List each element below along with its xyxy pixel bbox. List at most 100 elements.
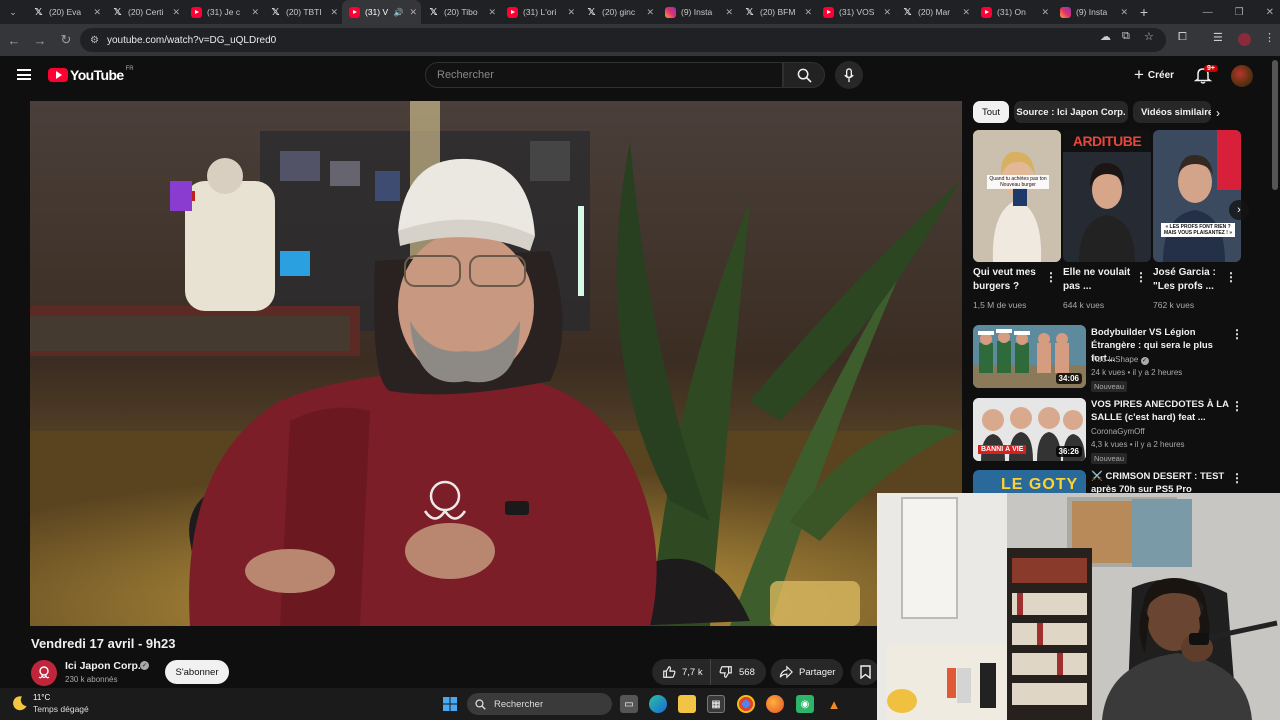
browser-menu-icon[interactable]: ⋮ xyxy=(1264,31,1275,44)
site-info-icon[interactable]: ⚙ xyxy=(90,35,99,46)
related-3-title[interactable]: ⚔️ CRIMSON DESERT : TEST après 70h sur P… xyxy=(1091,470,1231,493)
browser-tab[interactable]: 𝕏 (20) ginc ✕ xyxy=(579,0,658,24)
back-icon[interactable]: ← xyxy=(2,33,26,48)
browser-tab[interactable]: (31) V 🔊 ✕ xyxy=(342,0,421,24)
bookmark-star-icon[interactable]: ☆ xyxy=(1144,30,1154,43)
windows-start-icon[interactable] xyxy=(441,695,459,713)
task-view-icon[interactable]: ▭ xyxy=(620,695,638,713)
menu-icon[interactable] xyxy=(17,69,31,80)
browser-tab[interactable]: 𝕏 (20) Tibo ✕ xyxy=(421,0,500,24)
youtube-logo[interactable]: YouTube FR xyxy=(48,66,134,83)
browser-tab[interactable]: (9) Insta ✕ xyxy=(1053,0,1132,24)
store-icon[interactable]: ▦ xyxy=(707,695,725,713)
voice-search-button[interactable] xyxy=(835,61,863,89)
weather-moon-icon[interactable] xyxy=(12,695,28,711)
browser-tab[interactable]: (31) L'ori ✕ xyxy=(500,0,579,24)
browser-tab-strip: ⌄ 𝕏 (20) Eva ✕ 𝕏 (20) Certi ✕ (31) Je c ✕ 𝕏 (20) … xyxy=(0,0,1280,24)
related-thumbnail-1[interactable]: 34:06 xyxy=(973,325,1086,388)
bookmark-icon xyxy=(859,665,871,679)
tab-close-icon[interactable]: ✕ xyxy=(172,7,180,18)
short-thumbnail-3[interactable]: « LES PROFS FONT RIEN ? MAIS VOUS PLAISA… xyxy=(1153,130,1241,262)
tab-close-icon[interactable]: ✕ xyxy=(1120,7,1128,18)
tab-close-icon[interactable]: ✕ xyxy=(93,7,101,18)
chrome-icon[interactable] xyxy=(737,695,755,713)
related-2-more-icon[interactable]: ⋮ xyxy=(1231,399,1243,413)
extensions-icon[interactable]: ⧠ xyxy=(1178,31,1187,44)
channel-name[interactable]: Ici Japon Corp. xyxy=(65,660,141,672)
page-scrollbar[interactable] xyxy=(1272,60,1278,190)
create-button[interactable]: + Créer xyxy=(1126,62,1182,88)
account-avatar[interactable] xyxy=(1231,65,1253,87)
profile-avatar[interactable] xyxy=(1238,33,1251,46)
related-1-channel[interactable]: Tibo InShape ✓ xyxy=(1091,355,1149,365)
dislike-button[interactable]: 568 xyxy=(711,659,755,685)
tab-groups-icon[interactable]: ☰ xyxy=(1213,31,1223,44)
browser-tab[interactable]: (31) VOS ✕ xyxy=(816,0,895,24)
tab-close-icon[interactable]: ✕ xyxy=(725,7,733,18)
chips-next-arrow-icon[interactable]: › xyxy=(1216,106,1220,120)
share-button[interactable]: Partager xyxy=(771,659,843,685)
browser-tab[interactable]: (31) On ✕ xyxy=(974,0,1053,24)
short-2-more-icon[interactable]: ⋮ xyxy=(1135,270,1147,284)
save-to-playlist-button[interactable] xyxy=(851,659,879,685)
search-button[interactable] xyxy=(783,62,825,88)
browser-tab[interactable]: (31) Je c ✕ xyxy=(184,0,263,24)
firefox-icon[interactable] xyxy=(766,695,784,713)
minimize-icon[interactable]: — xyxy=(1203,7,1213,18)
browser-tab[interactable]: 𝕏 (20) Eva ✕ xyxy=(26,0,105,24)
short-2-image xyxy=(1063,130,1151,262)
short-1-more-icon[interactable]: ⋮ xyxy=(1045,270,1057,284)
tab-close-icon[interactable]: ✕ xyxy=(409,7,417,18)
browser-tab[interactable]: (9) Insta ✕ xyxy=(658,0,737,24)
like-button[interactable]: 7,7 k xyxy=(652,659,711,685)
chip-all[interactable]: Tout xyxy=(973,101,1009,123)
browser-tab[interactable]: 𝕏 (20) Certi ✕ xyxy=(105,0,184,24)
address-bar[interactable]: ⚙ youtube.com/watch?v=DG_uQLDred0 xyxy=(80,28,1166,52)
related-thumbnail-3[interactable]: LE GOTY ? xyxy=(973,470,1086,493)
forward-icon[interactable]: → xyxy=(28,33,52,48)
shorts-next-arrow-icon[interactable]: › xyxy=(1229,200,1249,220)
short-3-more-icon[interactable]: ⋮ xyxy=(1225,270,1237,284)
tab-audio-icon[interactable]: 🔊 xyxy=(393,8,403,17)
install-app-icon[interactable]: ⧉ xyxy=(1122,30,1130,43)
short-3-title[interactable]: José Garcia : "Les profs ... xyxy=(1153,266,1227,294)
short-thumbnail-1[interactable]: Quand tu achètes pas ton Nouveau burger xyxy=(973,130,1061,262)
chip-similar-videos[interactable]: Vidéos similaires xyxy=(1133,101,1211,123)
new-tab-button[interactable]: + xyxy=(1132,4,1156,20)
short-1-title[interactable]: Qui veut mes burgers ? xyxy=(973,266,1047,294)
related-2-channel[interactable]: CoronaGymOff xyxy=(1091,427,1145,436)
file-explorer-icon[interactable] xyxy=(678,695,696,713)
reload-icon[interactable]: ↻ xyxy=(54,32,78,48)
tab-close-icon[interactable]: ✕ xyxy=(646,7,654,18)
restore-icon[interactable]: ❐ xyxy=(1235,7,1244,18)
browser-tab[interactable]: 𝕏 (20) TBTI ✕ xyxy=(263,0,342,24)
close-window-icon[interactable]: ✕ xyxy=(1266,7,1274,18)
related-2-title[interactable]: VOS PIRES ANECDOTES À LA SALLE (c'est ha… xyxy=(1091,398,1231,424)
tab-close-icon[interactable]: ✕ xyxy=(488,7,496,18)
search-input[interactable]: Rechercher xyxy=(425,62,783,88)
tab-close-icon[interactable]: ✕ xyxy=(330,7,338,18)
related-3-more-icon[interactable]: ⋮ xyxy=(1231,471,1243,485)
related-thumbnail-2[interactable]: BANNI À VIE 36:26 xyxy=(973,398,1086,461)
tab-close-icon[interactable]: ✕ xyxy=(1041,7,1049,18)
tab-close-icon[interactable]: ✕ xyxy=(883,7,891,18)
browser-tab[interactable]: 𝕏 (20) Mar ✕ xyxy=(895,0,974,24)
tab-close-icon[interactable]: ✕ xyxy=(804,7,812,18)
related-1-more-icon[interactable]: ⋮ xyxy=(1231,327,1243,341)
tab-close-icon[interactable]: ✕ xyxy=(962,7,970,18)
vlc-icon[interactable]: ▲ xyxy=(825,695,843,713)
chip-source[interactable]: Source : Ici Japon Corp. xyxy=(1014,101,1128,123)
tab-close-icon[interactable]: ✕ xyxy=(567,7,575,18)
edge-browser-icon[interactable] xyxy=(649,695,667,713)
channel-avatar[interactable] xyxy=(31,660,57,686)
browser-tab[interactable]: 𝕏 (20) BFM ✕ xyxy=(737,0,816,24)
tab-search-icon[interactable]: ⌄ xyxy=(0,0,26,24)
tab-close-icon[interactable]: ✕ xyxy=(251,7,259,18)
spotify-like-app-icon[interactable]: ◉ xyxy=(796,695,814,713)
cast-icon[interactable]: ☁ xyxy=(1100,30,1111,43)
taskbar-search[interactable]: Rechercher xyxy=(467,693,612,715)
short-thumbnail-2[interactable]: ARDITUBE xyxy=(1063,130,1151,262)
subscribe-button[interactable]: S'abonner xyxy=(165,660,229,684)
video-player[interactable] xyxy=(30,101,962,626)
short-2-title[interactable]: Elle ne voulait pas ... xyxy=(1063,266,1137,294)
